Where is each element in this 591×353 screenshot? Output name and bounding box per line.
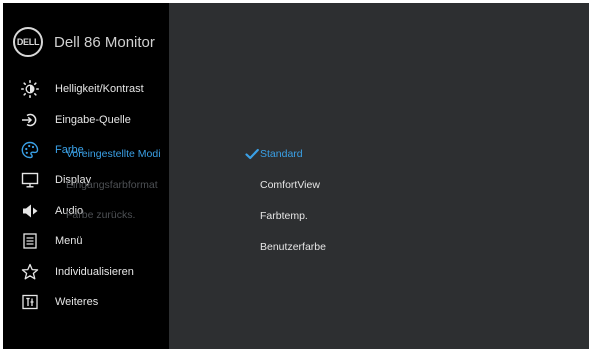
- option-standard[interactable]: Standard: [241, 146, 326, 177]
- dell-logo: DELL: [13, 27, 43, 57]
- menu-item-label: Eingabe-Quelle: [55, 113, 131, 126]
- menu-item-weiteres[interactable]: Weiteres: [3, 287, 169, 317]
- submenu-item-voreingestellte-modi[interactable]: Voreingestellte Modi: [66, 146, 161, 177]
- submenu-item-farbe-zuruecks[interactable]: Farbe zurücks.: [66, 207, 161, 238]
- menu-item-label: Weiteres: [55, 295, 99, 308]
- osd-header: DELL Dell 86 Monitor: [13, 25, 155, 59]
- osd-title: Dell 86 Monitor: [54, 33, 155, 51]
- option-farbtemp[interactable]: Farbtemp.: [241, 208, 326, 239]
- option-label: Benutzerfarbe: [260, 241, 326, 253]
- option-comfortview[interactable]: ComfortView: [241, 177, 326, 208]
- input-source-icon: [19, 109, 41, 131]
- other-icon: [19, 291, 41, 313]
- palette-icon: [19, 139, 41, 161]
- menu-item-label: Helligkeit/Kontrast: [55, 83, 144, 96]
- menu-icon: [19, 230, 41, 252]
- speaker-icon: [19, 200, 41, 222]
- submenu-item-eingangsfarbformat[interactable]: Eingangsfarbformat: [66, 177, 161, 208]
- osd-content-panel: [169, 3, 589, 349]
- menu-item-label: Individualisieren: [55, 265, 134, 278]
- option-label: Standard: [260, 148, 303, 160]
- monitor-osd: DELL Dell 86 Monitor Helligkeit/Kontrast…: [3, 3, 589, 349]
- star-icon: [19, 261, 41, 283]
- menu-item-helligkeit-kontrast[interactable]: Helligkeit/Kontrast: [3, 74, 169, 104]
- option-label: ComfortView: [260, 179, 320, 191]
- menu-item-eingabe-quelle[interactable]: Eingabe-Quelle: [3, 104, 169, 134]
- option-label: Farbtemp.: [260, 210, 308, 222]
- brightness-icon: [19, 78, 41, 100]
- display-icon: [19, 169, 41, 191]
- preset-mode-options: Standard ComfortView Farbtemp. Benutzerf…: [241, 146, 326, 270]
- farbe-submenu: Voreingestellte Modi Eingangsfarbformat …: [66, 146, 161, 238]
- option-benutzerfarbe[interactable]: Benutzerfarbe: [241, 239, 326, 270]
- menu-item-individualisieren[interactable]: Individualisieren: [3, 256, 169, 286]
- checkmark-icon: [245, 148, 259, 160]
